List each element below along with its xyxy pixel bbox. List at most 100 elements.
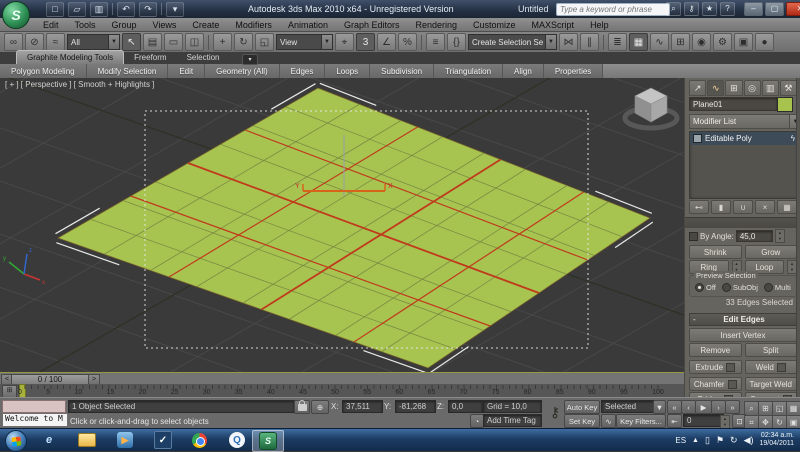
edit-edges-right-button[interactable]: Split [744, 343, 797, 357]
frame-spinner[interactable]: ▲ ▼ [720, 415, 730, 429]
object-color-swatch[interactable] [777, 97, 793, 112]
selection-filter-dropdown[interactable]: All ▼ [67, 34, 120, 50]
unlink-selection-icon[interactable]: ⊘ [25, 33, 44, 51]
preview-selection-radio[interactable]: SubObj [721, 283, 758, 292]
select-and-rotate-icon[interactable]: ↻ [234, 33, 253, 51]
menu-item[interactable]: Tools [68, 20, 103, 30]
select-object-icon[interactable]: ↖ [122, 33, 141, 51]
hierarchy-tab-icon[interactable]: ⊞ [725, 80, 743, 96]
ribbon-panel-button[interactable]: Subdivision [370, 64, 435, 78]
chevron-down-icon[interactable]: ▼ [108, 35, 119, 49]
panel-scrollbar[interactable] [796, 78, 800, 397]
menu-item[interactable]: Rendering [409, 20, 465, 30]
close-button[interactable]: ✕ [786, 2, 800, 16]
go-to-end-icon[interactable]: » [725, 400, 740, 414]
material-editor-icon[interactable]: ◉ [692, 33, 711, 51]
ribbon-panel-button[interactable]: Edit [168, 64, 206, 78]
schematic-view-icon[interactable]: ⊞ [671, 33, 690, 51]
display-tab-icon[interactable]: ▥ [761, 80, 779, 96]
menu-item[interactable]: Animation [281, 20, 335, 30]
subscription-center-icon[interactable]: ⚷ [684, 1, 699, 16]
select-and-manipulate-icon[interactable]: ⌖ [335, 33, 354, 51]
menu-item[interactable]: Create [185, 20, 226, 30]
taskbar-item-messenger[interactable]: Q [222, 430, 252, 450]
menu-item[interactable]: Customize [466, 20, 523, 30]
by-angle-checkbox[interactable] [689, 231, 698, 241]
preview-selection-radio[interactable]: Off [695, 283, 716, 292]
window-crossing-icon[interactable]: ◫ [185, 33, 204, 51]
edit-named-selection-sets-icon[interactable]: ≡ [426, 33, 445, 51]
application-menu-logo[interactable]: S [2, 1, 30, 29]
ribbon-panel-button[interactable]: Modify Selection [86, 64, 169, 78]
key-mode-toggle-icon[interactable]: ⇤ [667, 414, 682, 428]
named-selection-set-dropdown[interactable]: Create Selection Se ▼ [468, 34, 557, 50]
ribbon-panel-button[interactable]: Triangulation [434, 64, 504, 78]
search-icon[interactable]: ⌕ [666, 1, 681, 16]
absolute-mode-transform-icon[interactable]: ⊕ [311, 400, 329, 414]
select-and-move-icon[interactable]: + [213, 33, 232, 51]
new-key-curve-icon[interactable]: ∿ [601, 414, 616, 428]
show-hidden-icons-icon[interactable]: ▲ [692, 437, 699, 444]
angle-snap-icon[interactable]: ∠ [377, 33, 396, 51]
taskbar-item-chrome[interactable] [184, 430, 214, 450]
rendered-frame-window-icon[interactable]: ▣ [734, 33, 753, 51]
layer-manager-icon[interactable]: ≣ [608, 33, 627, 51]
modify-tab-icon[interactable]: ∿ [707, 80, 725, 96]
z-coordinate-field[interactable]: 0,0 [448, 400, 483, 413]
ribbon-tab[interactable]: Freeform [124, 51, 176, 64]
new-file-icon[interactable]: □ [46, 1, 64, 17]
modifier-stack-item[interactable]: Editable Poly ϟ [690, 132, 798, 145]
ribbon-tab[interactable]: Selection [177, 51, 230, 64]
power-icon[interactable]: ▯ [705, 435, 710, 446]
named-selection-brackets-icon[interactable]: {} [447, 33, 466, 51]
previous-frame-icon[interactable]: ‹ [681, 400, 696, 414]
ribbon-panel-button[interactable]: Properties [543, 64, 604, 78]
menu-item[interactable]: Graph Editors [337, 20, 407, 30]
taskbar-item-internet-explorer[interactable]: e [34, 430, 64, 450]
chevron-down-icon[interactable]: ▼ [653, 400, 666, 414]
selection-lock-icon[interactable] [294, 399, 310, 414]
render-setup-icon[interactable]: ⚙ [713, 33, 732, 51]
edit-edges-left-button[interactable]: Extrude [689, 360, 742, 374]
make-unique-icon[interactable]: ∪ [733, 200, 753, 214]
viewport-canvas[interactable]: X Yx y z [0, 78, 684, 372]
taskbar-item-utorrent[interactable]: ✓ [148, 430, 178, 450]
modifier-stack[interactable]: Editable Poly ϟ [689, 131, 799, 199]
save-file-icon[interactable]: ▥ [90, 1, 108, 17]
edit-edges-left-button[interactable]: Remove [689, 343, 742, 357]
motion-tab-icon[interactable]: ◎ [743, 80, 761, 96]
favorites-star-icon[interactable]: ★ [702, 1, 717, 16]
clock[interactable]: 02:34 a.m. 19/04/2011 [759, 432, 798, 448]
create-tab-icon[interactable]: ↗ [689, 80, 707, 96]
x-coordinate-field[interactable]: 37,511 [342, 400, 383, 413]
render-production-icon[interactable]: ● [755, 33, 774, 51]
visibility-toggle-icon[interactable]: ϟ [791, 134, 795, 143]
ribbon-panel-button[interactable]: Loops [325, 64, 371, 78]
select-by-name-icon[interactable]: ▤ [143, 33, 162, 51]
settings-box-icon[interactable] [776, 362, 786, 372]
remove-modifier-icon[interactable]: × [755, 200, 775, 214]
graphite-ribbon-toggle-icon[interactable]: ▦ [629, 33, 648, 51]
curve-editor-icon[interactable]: ∿ [650, 33, 669, 51]
ribbon-panel-button[interactable]: Polygon Modeling [0, 64, 87, 78]
ribbon-panel-button[interactable]: Align [503, 64, 544, 78]
menu-item[interactable]: Group [105, 20, 144, 30]
select-and-scale-icon[interactable]: ◱ [255, 33, 274, 51]
settings-box-icon[interactable] [727, 379, 737, 389]
settings-box-icon[interactable] [726, 362, 736, 372]
play-animation-icon[interactable]: ▶ [695, 400, 712, 414]
next-frame-icon[interactable]: › [711, 400, 726, 414]
y-coordinate-field[interactable]: -81,268 [395, 400, 436, 413]
ribbon-tab[interactable]: Graphite Modeling Tools [16, 50, 125, 64]
rectangular-selection-region-icon[interactable]: ▭ [164, 33, 183, 51]
qat-dropdown-icon[interactable]: ▾ [166, 1, 184, 17]
auto-key-button[interactable]: Auto Key [564, 400, 600, 414]
reference-coordinate-dropdown[interactable]: View ▼ [276, 34, 333, 50]
network-icon[interactable]: ↻ [730, 435, 738, 446]
volume-icon[interactable]: ◀) [744, 435, 754, 446]
modifier-list-dropdown[interactable]: Modifier List ▼ [689, 114, 800, 129]
show-end-result-icon[interactable]: ▮ [711, 200, 731, 214]
ribbon-panel-button[interactable]: Edges [279, 64, 326, 78]
insert-vertex-button[interactable]: Insert Vertex [689, 328, 797, 342]
add-time-tag-field[interactable]: Add Time Tag [483, 414, 542, 427]
